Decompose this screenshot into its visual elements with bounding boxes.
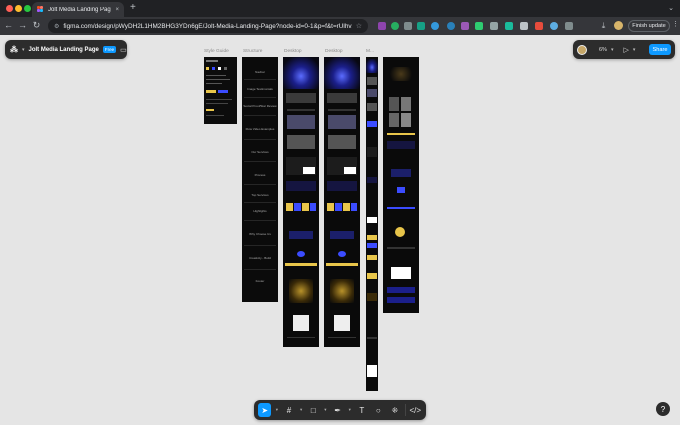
chevron-down-icon[interactable]: ▾ — [347, 407, 352, 413]
chevron-down-icon[interactable]: ▾ — [323, 407, 328, 413]
present-play-icon[interactable]: ▷ — [623, 46, 628, 54]
frame-mobile-long[interactable] — [383, 57, 419, 313]
chevron-down-icon[interactable]: ▾ — [299, 407, 304, 413]
browser-tabstrip: Jolt Media Landing Page – Fig × + ⌄ — [0, 0, 680, 17]
bookmark-star-icon[interactable]: ☆ — [356, 22, 362, 30]
browser-toolbar: ← → ↻ ⚙ figma.com/design/pWyDH2L1HM2BHG3… — [0, 17, 680, 35]
finish-update-button[interactable]: Finish update — [628, 20, 670, 32]
tab-search-chevron-icon[interactable]: ⌄ — [668, 4, 674, 12]
comment-tool-icon[interactable]: ○ — [372, 403, 385, 417]
browser-tab-figma[interactable]: Jolt Media Landing Page – Fig × — [32, 2, 124, 17]
frame-label-style-guide[interactable]: Style Guide — [204, 49, 229, 54]
frame-style-guide[interactable] — [204, 57, 237, 124]
structure-item: Top Services — [251, 193, 269, 197]
collaboration-panel: 6% ▾ ▷ ▾ Share — [573, 40, 675, 59]
rectangle-tool-icon[interactable]: □ — [307, 403, 320, 417]
share-button[interactable]: Share — [649, 44, 671, 55]
extension-icon[interactable] — [505, 22, 513, 30]
extension-icon[interactable] — [535, 22, 543, 30]
extension-icon[interactable] — [447, 22, 455, 30]
extension-icon[interactable] — [550, 22, 558, 30]
frame-desktop-2[interactable] — [324, 57, 360, 347]
extension-icon[interactable] — [431, 22, 439, 30]
reload-icon[interactable]: ↻ — [31, 20, 42, 31]
forward-icon[interactable]: → — [17, 20, 28, 31]
frame-tool-icon[interactable]: # — [282, 403, 295, 417]
structure-item: Creativity - Build — [249, 256, 271, 260]
download-icon[interactable]: ⤓ — [598, 20, 609, 31]
kebab-menu-icon[interactable]: ⋮ — [672, 20, 679, 28]
text-tool-icon[interactable]: T — [355, 403, 368, 417]
tab-title: Jolt Media Landing Page – Fig — [48, 6, 111, 13]
avatar[interactable] — [577, 44, 587, 55]
figma-tools-toolbar: ➤ ▾ # ▾ □ ▾ ✒ ▾ T ○ ⁜ </> — [254, 400, 426, 420]
extension-icon[interactable] — [417, 22, 425, 30]
puzzle-extensions-icon[interactable] — [565, 22, 573, 30]
frame-label-mobile[interactable]: M... — [366, 49, 374, 54]
close-window-button[interactable] — [6, 5, 13, 12]
extension-icon[interactable] — [404, 22, 412, 30]
frame-structure[interactable]: Navbar Image Testimonials Social Proof/S… — [242, 57, 278, 302]
help-button[interactable]: ? — [656, 402, 670, 416]
extension-icon[interactable] — [378, 22, 386, 30]
extension-icon[interactable] — [520, 22, 528, 30]
file-header-panel: ⁂ ▾ Jolt Media Landing Page Free ▭ — [5, 40, 127, 59]
file-name[interactable]: Jolt Media Landing Page — [29, 47, 99, 53]
pen-tool-icon[interactable]: ✒ — [331, 403, 344, 417]
site-info-icon[interactable]: ⚙ — [54, 23, 59, 30]
frame-label-structure[interactable]: Structure — [243, 49, 262, 54]
sidebar-toggle-icon[interactable]: ▭ — [120, 46, 127, 54]
structure-item: Navbar — [255, 70, 265, 74]
dev-mode-icon[interactable]: </> — [409, 403, 422, 417]
zoom-level[interactable]: 6% — [599, 47, 607, 53]
structure-item: Process — [254, 173, 266, 177]
frame-label-desktop[interactable]: Desktop — [284, 49, 302, 54]
toolbar-divider — [404, 404, 406, 416]
structure-item: Footer — [255, 279, 265, 283]
profile-avatar-icon[interactable] — [614, 21, 623, 30]
figma-favicon-icon — [37, 6, 44, 13]
extension-icon[interactable] — [461, 22, 469, 30]
figma-main-menu-icon[interactable]: ⁂ — [10, 45, 18, 54]
structure-item: Why Choose Us — [249, 232, 271, 236]
move-tool-icon[interactable]: ➤ — [258, 403, 272, 417]
frame-mobile[interactable] — [366, 57, 378, 391]
back-icon[interactable]: ← — [3, 20, 14, 31]
structure-item: Highlights — [253, 209, 267, 213]
extension-icon[interactable] — [391, 22, 399, 30]
actions-tool-icon[interactable]: ⁜ — [388, 403, 401, 417]
extension-icon[interactable] — [490, 22, 498, 30]
new-tab-button[interactable]: + — [130, 3, 136, 13]
chevron-down-icon[interactable]: ▾ — [611, 47, 614, 53]
structure-item: Image Testimonials — [247, 87, 273, 91]
structure-item: Social Proof/Star Review — [243, 104, 277, 108]
chevron-down-icon[interactable]: ▾ — [633, 47, 636, 53]
maximize-window-button[interactable] — [24, 5, 31, 12]
frame-desktop-1[interactable] — [283, 57, 319, 347]
extension-icon[interactable] — [475, 22, 483, 30]
structure-item: Flow Video Examples — [245, 127, 275, 131]
figma-canvas[interactable]: ⁂ ▾ Jolt Media Landing Page Free ▭ 6% ▾ … — [0, 35, 680, 425]
address-url[interactable]: figma.com/design/pWyDH2L1HM2BHG3YDn6gE/J… — [63, 23, 351, 30]
structure-item: Our Services — [251, 150, 269, 154]
chevron-down-icon[interactable]: ▾ — [274, 407, 279, 413]
chevron-down-icon[interactable]: ▾ — [22, 47, 25, 53]
address-bar[interactable]: ⚙ figma.com/design/pWyDH2L1HM2BHG3YDn6gE… — [48, 19, 368, 33]
frame-label-desktop[interactable]: Desktop — [325, 49, 343, 54]
tab-close-icon[interactable]: × — [115, 7, 119, 13]
minimize-window-button[interactable] — [15, 5, 22, 12]
plan-badge: Free — [102, 46, 117, 53]
